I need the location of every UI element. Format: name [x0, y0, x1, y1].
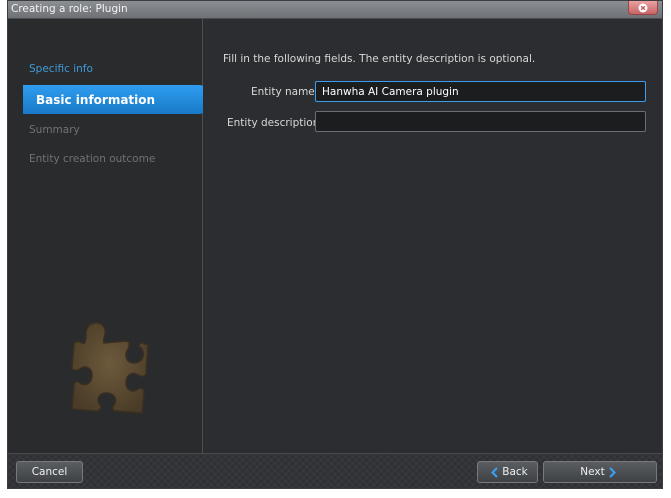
- sidebar-step-summary[interactable]: Summary: [29, 124, 80, 136]
- close-icon: [638, 3, 648, 12]
- next-button-label: Next: [580, 466, 605, 478]
- sidebar-step-label: Basic information: [36, 93, 156, 107]
- close-button[interactable]: [628, 1, 658, 15]
- next-button[interactable]: Next: [543, 461, 657, 483]
- sidebar-step-basic-information[interactable]: Basic information: [23, 85, 213, 114]
- dialog-body: Specific info Basic information Summary …: [8, 19, 662, 454]
- title-bar: Creating a role: Plugin: [8, 1, 662, 19]
- chevron-left-icon: [491, 466, 498, 478]
- entity-description-label: Entity description:: [227, 117, 323, 129]
- chevron-right-icon: [609, 466, 616, 478]
- puzzle-piece-icon: [71, 322, 149, 414]
- back-button-label: Back: [502, 466, 528, 478]
- dialog-window: Creating a role: Plugin Specific info Ba…: [7, 0, 663, 489]
- sidebar-step-entity-creation-outcome[interactable]: Entity creation outcome: [29, 153, 155, 165]
- back-button[interactable]: Back: [477, 461, 538, 483]
- wizard-content: Fill in the following fields. The entity…: [203, 19, 662, 454]
- dialog-footer: Cancel Back Next: [8, 453, 662, 488]
- cancel-button-label: Cancel: [31, 466, 68, 478]
- sidebar-section-title: Specific info: [29, 63, 93, 75]
- instructions-text: Fill in the following fields. The entity…: [223, 53, 536, 65]
- entity-name-input[interactable]: [315, 81, 646, 102]
- cancel-button[interactable]: Cancel: [16, 461, 83, 483]
- window-title: Creating a role: Plugin: [11, 3, 128, 15]
- entity-name-label: Entity name:: [251, 86, 319, 98]
- wizard-sidebar: Specific info Basic information Summary …: [8, 19, 213, 454]
- entity-description-input[interactable]: [315, 111, 646, 132]
